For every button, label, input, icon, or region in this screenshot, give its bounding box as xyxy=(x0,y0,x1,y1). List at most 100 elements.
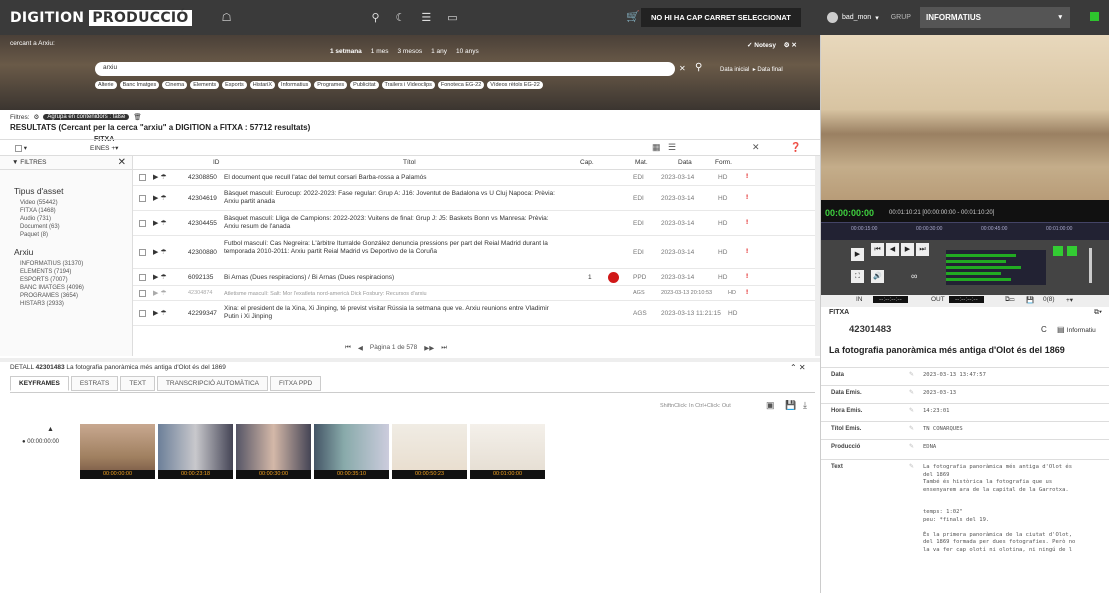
out-label[interactable]: OUT xyxy=(931,296,945,303)
archive-chip[interactable]: Informatius xyxy=(278,81,312,89)
grid-view-icon[interactable]: ▦ xyxy=(652,142,661,153)
save-icon[interactable]: 💾 xyxy=(1026,296,1034,304)
play-icon[interactable]: ▶ ☂ xyxy=(153,289,167,297)
col-id[interactable]: ID xyxy=(213,159,220,166)
archive-chip[interactable]: Esports xyxy=(222,81,247,89)
pencil-icon[interactable]: ✎ xyxy=(909,463,914,470)
external-link-icon[interactable]: ⧉▾ xyxy=(1094,309,1102,317)
help-icon[interactable]: ❓ xyxy=(790,142,801,153)
menu-icon[interactable]: ☰ xyxy=(421,11,431,24)
play-icon[interactable]: ▶ ☂ xyxy=(153,273,167,281)
tab-keyframes[interactable]: KEYFRAMES xyxy=(10,376,69,391)
row-title[interactable]: Xina: el president de la Xina, Xi Jinpin… xyxy=(224,305,559,321)
moon-icon[interactable]: ☾ xyxy=(396,11,406,24)
last-frame-icon[interactable]: ⏭ xyxy=(916,243,929,256)
next-frame-icon[interactable]: ▶ xyxy=(901,243,914,256)
volume-slider[interactable] xyxy=(1089,248,1092,283)
image-icon[interactable]: ▣ xyxy=(766,400,775,411)
archive-chip[interactable]: Trailers i Videoclips xyxy=(381,81,435,89)
keyframe-thumb[interactable]: 00:00:35:10 xyxy=(314,424,389,479)
date-range[interactable]: Data inicial ▸ Data final xyxy=(720,66,783,73)
facet-item[interactable]: Audio (731) xyxy=(20,215,132,223)
col-mat[interactable]: Mat. xyxy=(635,159,648,166)
row-title[interactable]: El document que recull l'atac del temut … xyxy=(224,174,559,182)
row-title[interactable]: Bàsquet masculí: Lliga de Campions: 2022… xyxy=(224,215,559,231)
keyframe-thumb[interactable]: 00:00:50:23 xyxy=(392,424,467,479)
table-row[interactable]: ▶ ☂ 42308850 El document que recull l'at… xyxy=(133,170,818,186)
tab-fitxa-ppd[interactable]: FITXA PPD xyxy=(270,376,322,391)
col-cap[interactable]: Cap. xyxy=(580,159,594,166)
speaker-icon[interactable] xyxy=(1067,246,1077,256)
row-title[interactable]: Atletisme masculí: Salt: Mor l'exatleta … xyxy=(224,290,559,298)
row-title[interactable]: Bi Arnas (Dues respiracions) / Bi Arnas … xyxy=(224,274,559,282)
first-frame-icon[interactable]: ⏮ xyxy=(871,243,884,256)
time-filter-1w[interactable]: 1 setmana xyxy=(330,48,362,55)
grup-select[interactable]: INFORMATIUS ▾ xyxy=(920,7,1070,28)
pencil-icon[interactable]: ✎ xyxy=(909,443,914,450)
copy-icon[interactable]: ⧉▭ xyxy=(1005,296,1015,304)
timeline-ruler[interactable]: 00:00:15:00 00:00:30:00 00:00:45:00 00:0… xyxy=(821,222,1109,240)
notesty-toggle[interactable]: ✓ Notesy ⚙ ✕ xyxy=(747,41,797,49)
cart-icon[interactable]: 🛒 xyxy=(626,10,640,23)
eines-menu[interactable]: EINES +▾ xyxy=(90,144,118,152)
pencil-icon[interactable]: ✎ xyxy=(909,407,914,414)
play-icon[interactable]: ▶ ☂ xyxy=(153,173,167,181)
facet-item[interactable]: BANC IMATGES (4096) xyxy=(20,284,132,292)
archive-chip[interactable]: Vídeos rètols EG-22 xyxy=(487,81,543,89)
screen-icon[interactable]: ▭ xyxy=(447,11,457,24)
archive-chip[interactable]: Cinema xyxy=(162,81,188,89)
play-icon[interactable]: ▶ ☂ xyxy=(153,219,167,227)
add-icon[interactable]: +▾ xyxy=(1066,296,1073,304)
col-form[interactable]: Form. xyxy=(715,159,732,166)
play-icon[interactable]: ▶ ☂ xyxy=(153,248,167,256)
tab-text[interactable]: TEXT xyxy=(120,376,155,391)
facet-item[interactable]: HISTAR3 (2933) xyxy=(20,300,132,308)
trash-icon[interactable]: 🗑 xyxy=(133,113,141,121)
close-icon[interactable]: ✕ xyxy=(791,42,796,49)
table-row[interactable]: ▶ ☂ 42304455 Bàsquet masculí: Lliga de C… xyxy=(133,211,818,236)
fullscreen-icon[interactable]: ⛶ xyxy=(851,270,864,283)
keyframe-thumb[interactable]: 00:00:00:00 xyxy=(80,424,155,479)
first-page-icon[interactable]: ⏮ xyxy=(345,344,351,352)
keyframe-time[interactable]: ● 00:00:00:00 xyxy=(22,439,59,445)
time-filter-10y[interactable]: 10 anys xyxy=(456,48,479,55)
cart-status[interactable]: NO HI HA CAP CARRET SELECCIONAT xyxy=(641,8,801,27)
in-label[interactable]: IN xyxy=(856,296,863,303)
user-menu[interactable]: bad_mon ▾ GRUP xyxy=(827,12,911,23)
facet-item[interactable]: FITXA (1468) xyxy=(20,207,132,215)
row-title[interactable]: Bàsquet masculí: Eurocup: 2022-2023: Fas… xyxy=(224,190,559,206)
keyframe-thumb[interactable]: 00:00:23:18 xyxy=(158,424,233,479)
filter-chip[interactable]: Agrupa en contenidors : false xyxy=(43,114,130,120)
table-row[interactable]: ▶ ☂ 42300880 Futbol masculí: Cas Negreir… xyxy=(133,236,818,269)
next-page-icon[interactable]: ▶▶ xyxy=(424,344,434,352)
clear-icon[interactable]: ✕ xyxy=(679,64,686,73)
list-view-icon[interactable]: ☰ xyxy=(668,142,676,153)
pencil-icon[interactable]: ✎ xyxy=(909,425,914,432)
prev-page-icon[interactable]: ◀ xyxy=(358,344,363,352)
video-preview[interactable] xyxy=(821,35,1109,200)
loop-icon[interactable]: ∞ xyxy=(911,271,917,281)
col-data[interactable]: Data xyxy=(678,159,692,166)
facet-item[interactable]: ESPORTS (7007) xyxy=(20,276,132,284)
archive-chip[interactable]: HistariX xyxy=(249,81,276,89)
table-row[interactable]: ▶ ☂ 42304874 Atletisme masculí: Salt: Mo… xyxy=(133,286,818,301)
archive-chip[interactable]: Publicitat xyxy=(350,81,379,89)
time-filter-1y[interactable]: 1 any xyxy=(431,48,447,55)
facet-item[interactable]: Document (63) xyxy=(20,223,132,231)
app-logo[interactable]: DIGITION PRODUCCIÓ xyxy=(10,9,192,26)
keyframe-thumb[interactable]: 00:01:00:00 xyxy=(470,424,545,479)
zoom-value[interactable]: 0(8) xyxy=(1043,296,1055,303)
search-input[interactable]: arxiu xyxy=(95,62,675,76)
play-icon[interactable]: ▶ ☂ xyxy=(153,194,167,202)
collapse-icon[interactable]: ⌃ ✕ xyxy=(790,363,806,372)
archive-chip[interactable]: Programes xyxy=(314,81,348,89)
facet-item[interactable]: Video (55442) xyxy=(20,199,132,207)
tab-transcripcio[interactable]: TRANSCRIPCIÓ AUTOMÀTICA xyxy=(156,376,268,391)
facet-item[interactable]: ELEMENTS (7194) xyxy=(20,268,132,276)
play-icon[interactable]: ▶ xyxy=(851,248,864,261)
archive-chip[interactable]: Fonoteca EG-22 xyxy=(437,81,485,89)
select-all-checkbox[interactable]: ▾ xyxy=(15,144,27,152)
download-icon[interactable]: ⤓ xyxy=(803,400,807,411)
keyframe-thumb[interactable]: 00:00:30:00 xyxy=(236,424,311,479)
search-icon[interactable]: ⚲ xyxy=(695,62,702,73)
